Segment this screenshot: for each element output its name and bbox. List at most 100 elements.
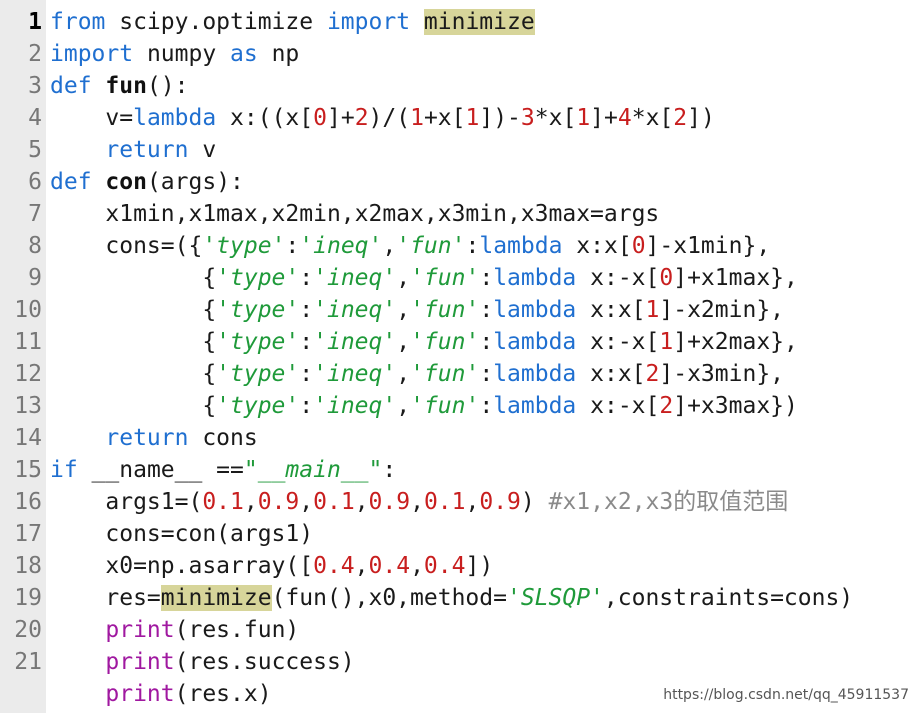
keyword-token: lambda: [493, 329, 577, 355]
code-token: :: [299, 297, 314, 323]
code-token: ]-x2min},: [659, 297, 785, 323]
keyword-token: def: [50, 169, 92, 195]
line-number: 16: [14, 489, 42, 515]
keyword-token: lambda: [493, 361, 577, 387]
code-token: :: [299, 393, 314, 419]
watermark: https://blog.csdn.net/qq_45911537: [663, 687, 909, 703]
code-token: :: [479, 329, 494, 355]
keyword-token: def: [50, 73, 92, 99]
code-line[interactable]: 6 def con(args):: [0, 166, 919, 198]
keyword-token: from: [50, 9, 106, 35]
string-token: 'type': [202, 233, 286, 259]
keyword-token: if: [50, 457, 78, 483]
function-name-token: fun: [105, 73, 147, 99]
string-token: 'type': [216, 393, 300, 419]
code-line[interactable]: 20 print(res.fun): [0, 614, 919, 646]
line-number: 20: [14, 617, 42, 643]
code-line[interactable]: 10 {'type':'ineq','fun':lambda x:x[1]-x2…: [0, 294, 919, 326]
code-text: print(res.success): [50, 646, 355, 678]
code-token: numpy: [133, 41, 231, 67]
number-token: 1: [410, 105, 424, 131]
code-line[interactable]: 9 {'type':'ineq','fun':lambda x:-x[0]+x1…: [0, 262, 919, 294]
number-token: 1: [576, 105, 591, 131]
code-token: x:x[: [576, 297, 646, 323]
code-token: ,: [354, 489, 369, 515]
code-token: cons: [188, 425, 258, 451]
code-line[interactable]: 4 v=lambda x:((x[0]+2)/(1+x[1])-3*x[1]+4…: [0, 102, 919, 134]
code-token: v: [188, 137, 217, 163]
code-line[interactable]: 5 return v: [0, 134, 919, 166]
code-token: x:x[: [562, 233, 632, 259]
code-token: ,: [465, 489, 480, 515]
code-token: +x[: [423, 105, 466, 131]
code-line[interactable]: 11 {'type':'ineq','fun':lambda x:-x[1]+x…: [0, 326, 919, 358]
code-line[interactable]: 7 x1min,x1max,x2min,x2max,x3min,x3max=ar…: [0, 198, 919, 230]
code-token: ,: [410, 489, 424, 515]
string-token: 'type': [216, 329, 300, 355]
line-number: 13: [14, 393, 42, 419]
code-text: return cons: [50, 422, 258, 454]
code-token: ,constraints=cons): [603, 585, 854, 611]
string-token: 'type': [216, 297, 300, 323]
code-line[interactable]: 19 res=minimize(fun(),x0,method='SLSQP',…: [0, 582, 919, 614]
keyword-token: as: [230, 41, 258, 67]
code-token: ():: [146, 73, 189, 99]
code-token: (res.success): [174, 649, 355, 675]
number-token: 3: [520, 105, 535, 131]
code-token: :: [299, 361, 314, 387]
code-token: ,: [354, 553, 369, 579]
number-token: 0.9: [479, 489, 521, 515]
code-line[interactable]: 16 args1=(0.1,0.9,0.1,0.9,0.1,0.9) #x1,x…: [0, 486, 919, 518]
builtin-token: print: [105, 617, 175, 643]
code-token: x0=np.asarray([: [50, 553, 314, 579]
code-line[interactable]: 1 from scipy.optimize import minimize: [0, 6, 919, 38]
number-token: 0.4: [368, 553, 411, 579]
code-token: np: [257, 41, 300, 67]
code-token: x1min,x1max,x2min,x2max,x3min,x3max=args: [50, 201, 660, 227]
number-token: 2: [673, 105, 688, 131]
code-line[interactable]: 2 import numpy as np: [0, 38, 919, 70]
string-token: 'type': [216, 265, 300, 291]
code-line[interactable]: 21 print(res.success): [0, 646, 919, 678]
code-text: args1=(0.1,0.9,0.1,0.9,0.1,0.9) #x1,x2,x…: [50, 486, 788, 518]
code-line[interactable]: 12 {'type':'ineq','fun':lambda x:x[2]-x3…: [0, 358, 919, 390]
code-token: {: [50, 265, 217, 291]
code-text: {'type':'ineq','fun':lambda x:-x[1]+x2ma…: [50, 326, 798, 358]
code-text: import numpy as np: [50, 38, 299, 70]
code-text: {'type':'ineq','fun':lambda x:x[2]-x3min…: [50, 358, 784, 390]
code-text: if __name__ =="__main__":: [50, 454, 396, 486]
code-line[interactable]: 18 x0=np.asarray([0.4,0.4,0.4]): [0, 550, 919, 582]
keyword-token: import: [326, 9, 411, 35]
code-text: print(res.fun): [50, 614, 299, 646]
line-number: 12: [14, 361, 42, 387]
code-line[interactable]: 15 if __name__ =="__main__":: [0, 454, 919, 486]
line-number: 19: [14, 585, 42, 611]
function-name-token: con: [105, 169, 147, 195]
code-token: ]+x2max},: [673, 329, 798, 355]
string-token: 'fun': [410, 361, 480, 387]
code-token: :: [479, 393, 494, 419]
code-token: ])-: [479, 105, 521, 131]
code-line[interactable]: 3 def fun():: [0, 70, 919, 102]
code-token: ]+x3max}): [673, 393, 798, 419]
code-line[interactable]: 14 return cons: [0, 422, 919, 454]
code-editor[interactable]: 1 from scipy.optimize import minimize 2 imp…: [0, 0, 919, 713]
code-line[interactable]: 13 {'type':'ineq','fun':lambda x:-x[2]+x…: [0, 390, 919, 422]
code-token: cons=con(args1): [50, 521, 314, 547]
code-token: {: [50, 361, 217, 387]
number-token: 4: [617, 105, 632, 131]
number-token: 0: [313, 105, 327, 131]
code-text: res=minimize(fun(),x0,method='SLSQP',con…: [50, 582, 853, 614]
number-token: 0: [659, 265, 674, 291]
code-token: {: [50, 393, 217, 419]
number-token: 0.1: [313, 489, 355, 515]
code-token: *x[: [534, 105, 577, 131]
line-number: 7: [28, 201, 42, 227]
code-line[interactable]: 17 cons=con(args1): [0, 518, 919, 550]
number-token: 2: [354, 105, 369, 131]
code-line[interactable]: 8 cons=({'type':'ineq','fun':lambda x:x[…: [0, 230, 919, 262]
number-token: 2: [645, 361, 660, 387]
